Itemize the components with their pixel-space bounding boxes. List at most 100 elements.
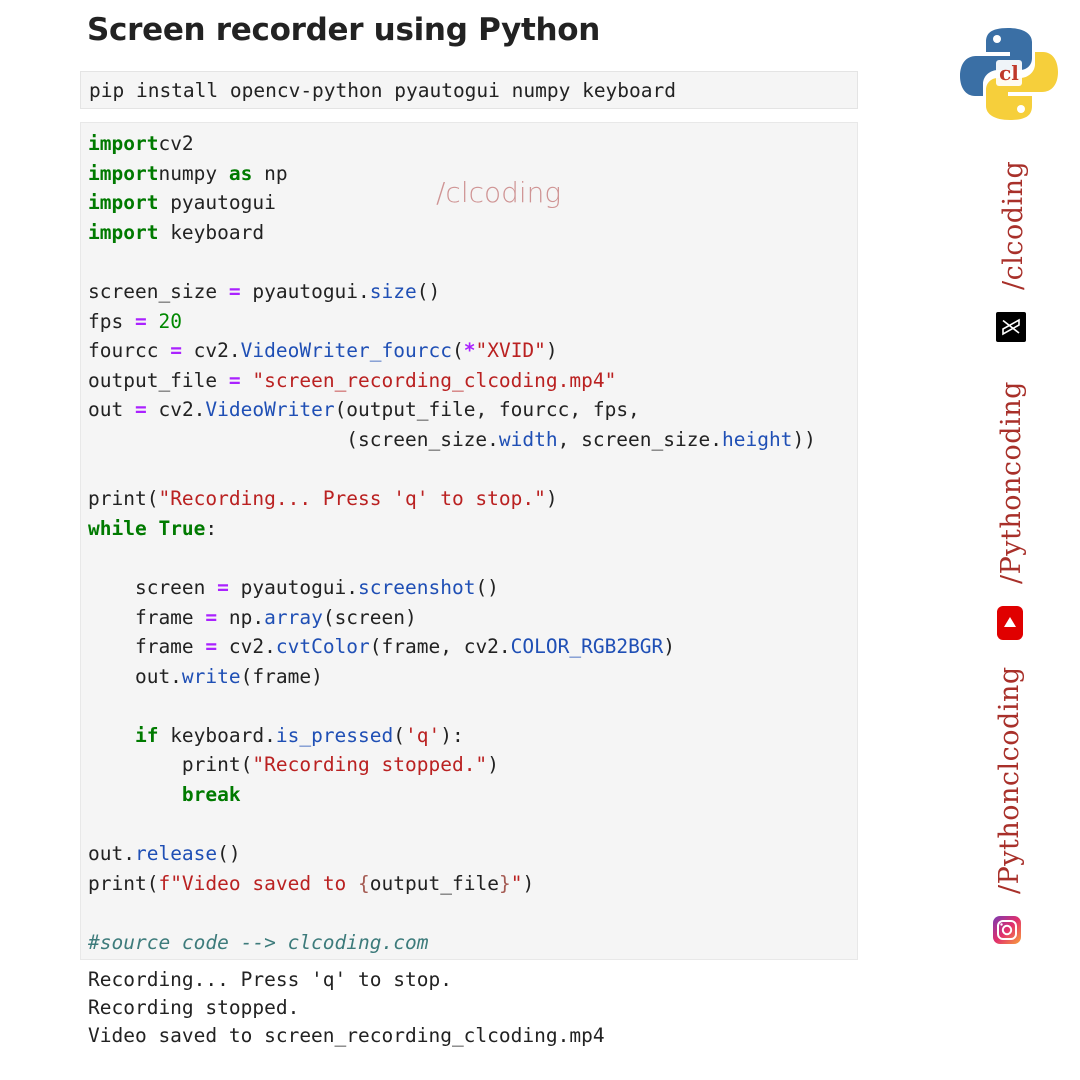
code-line: if keyboard.is_pressed('q'): [88,721,816,751]
code-token: ) [545,487,558,511]
code-token: release [134,842,218,866]
code-token: np [252,161,288,185]
output-line: Recording... Press 'q' to stop. [88,968,452,991]
code-line: frame = cv2.cvtColor(frame, cv2.COLOR_RG… [88,632,816,662]
code-token: import [88,161,159,185]
code-token: #source code --> clcoding.com [88,931,429,955]
code-line: import keyboard [88,218,816,248]
code-line: screen_size = pyautogui.size() [88,277,816,307]
output-block: Recording... Press 'q' to stop. Recording… [88,966,605,1050]
code-token: cv2. [146,398,206,422]
code-token: output_file [88,368,229,392]
code-token: = [217,575,229,599]
code-token: = [228,279,241,303]
page-title: Screen recorder using Python [87,12,601,48]
code-token: pyautogui [158,191,276,215]
code-line: (screen_size.width, screen_size.height)) [88,425,816,455]
code-token: () [475,575,499,599]
code-token: { [358,871,370,895]
code-token: cv2. [217,635,276,659]
code-token: ) [487,753,499,777]
code-token: "Recording... Press 'q' to stop." [158,487,546,511]
code-token: ( [393,723,406,747]
output-line: Video saved to screen_recording_clcoding… [88,1024,605,1047]
code-token: print( [88,487,159,511]
code-token: )) [792,427,816,451]
instagram-icon [993,916,1025,944]
code-token: import [88,220,159,244]
code-token: } [498,871,511,895]
code-line: screen = pyautogui.screenshot() [88,573,816,603]
x-handle: /clcoding [997,160,1029,290]
code-token: ): [440,723,464,747]
code-token: while [88,516,147,540]
code-token: screen [88,575,218,599]
code-token: = [205,605,218,629]
code-line: print("Recording stopped.") [88,750,816,780]
code-line: out.write(frame) [88,662,816,692]
code-token: output_file [369,871,499,895]
code-line: out = cv2.VideoWriter(output_file, fourc… [88,395,816,425]
code-token: print( [88,871,159,895]
code-token: import [88,191,159,215]
code-token: COLOR_RGB2BGR [510,635,664,659]
code-token: frame [88,605,206,629]
code-token: (frame) [240,664,323,688]
code-token: np. [217,605,265,629]
code-token: write [181,664,241,688]
code-token: screenshot [358,575,476,599]
code-line: #source code --> clcoding.com [88,928,816,958]
code-token: "XVID" [475,339,546,363]
code-token: ) [545,339,558,363]
code-token: fourcc [88,339,171,363]
social-x[interactable]: /clcoding [996,161,1030,342]
svg-text:cl: cl [999,61,1019,85]
code-token: pyautogui. [240,279,370,303]
code-token: break [181,783,241,807]
code-token: ) [522,871,535,895]
code-token: out. [88,664,182,688]
code-token: = [170,339,182,363]
code-token: "Recording stopped." [252,753,488,777]
code-cell[interactable]: importcv2 importnumpy as np import pyautog… [80,122,858,960]
code-token: out [88,398,135,422]
code-token: ( [451,339,464,363]
code-token: keyboard. [158,723,276,747]
code-token: array [264,605,323,629]
code-token: = [205,635,218,659]
python-logo-icon: cl [960,28,1058,120]
code-line: fourcc = cv2.VideoWriter_fourcc(*"XVID") [88,336,816,366]
social-instagram[interactable]: /Pythonclcoding [993,666,1025,944]
code-token: size [369,279,417,303]
code-token: keyboard [158,220,265,244]
code-token: height [721,427,793,451]
code-token: 'q' [405,723,441,747]
social-youtube[interactable]: /Pythoncoding [996,381,1027,640]
code-token: : [205,516,218,540]
code-token: import [88,132,159,155]
code-token: cv2 [158,132,194,155]
code-token: (frame, cv2. [369,635,511,659]
code-line: importcv2 [88,129,816,159]
code-token: (output_file, fourcc, fps, [334,398,640,422]
code-token: " [510,871,523,895]
code-line: break [88,780,816,810]
code-token: if [134,723,159,747]
code-line: fps = 20 [88,307,816,337]
watermark-text: /clcoding [436,176,562,209]
install-command-cell[interactable]: pip install opencv-python pyautogui nump… [80,71,858,109]
code-token: is_pressed [275,723,394,747]
code-token: pyautogui. [228,575,359,599]
code-token: frame [88,635,206,659]
